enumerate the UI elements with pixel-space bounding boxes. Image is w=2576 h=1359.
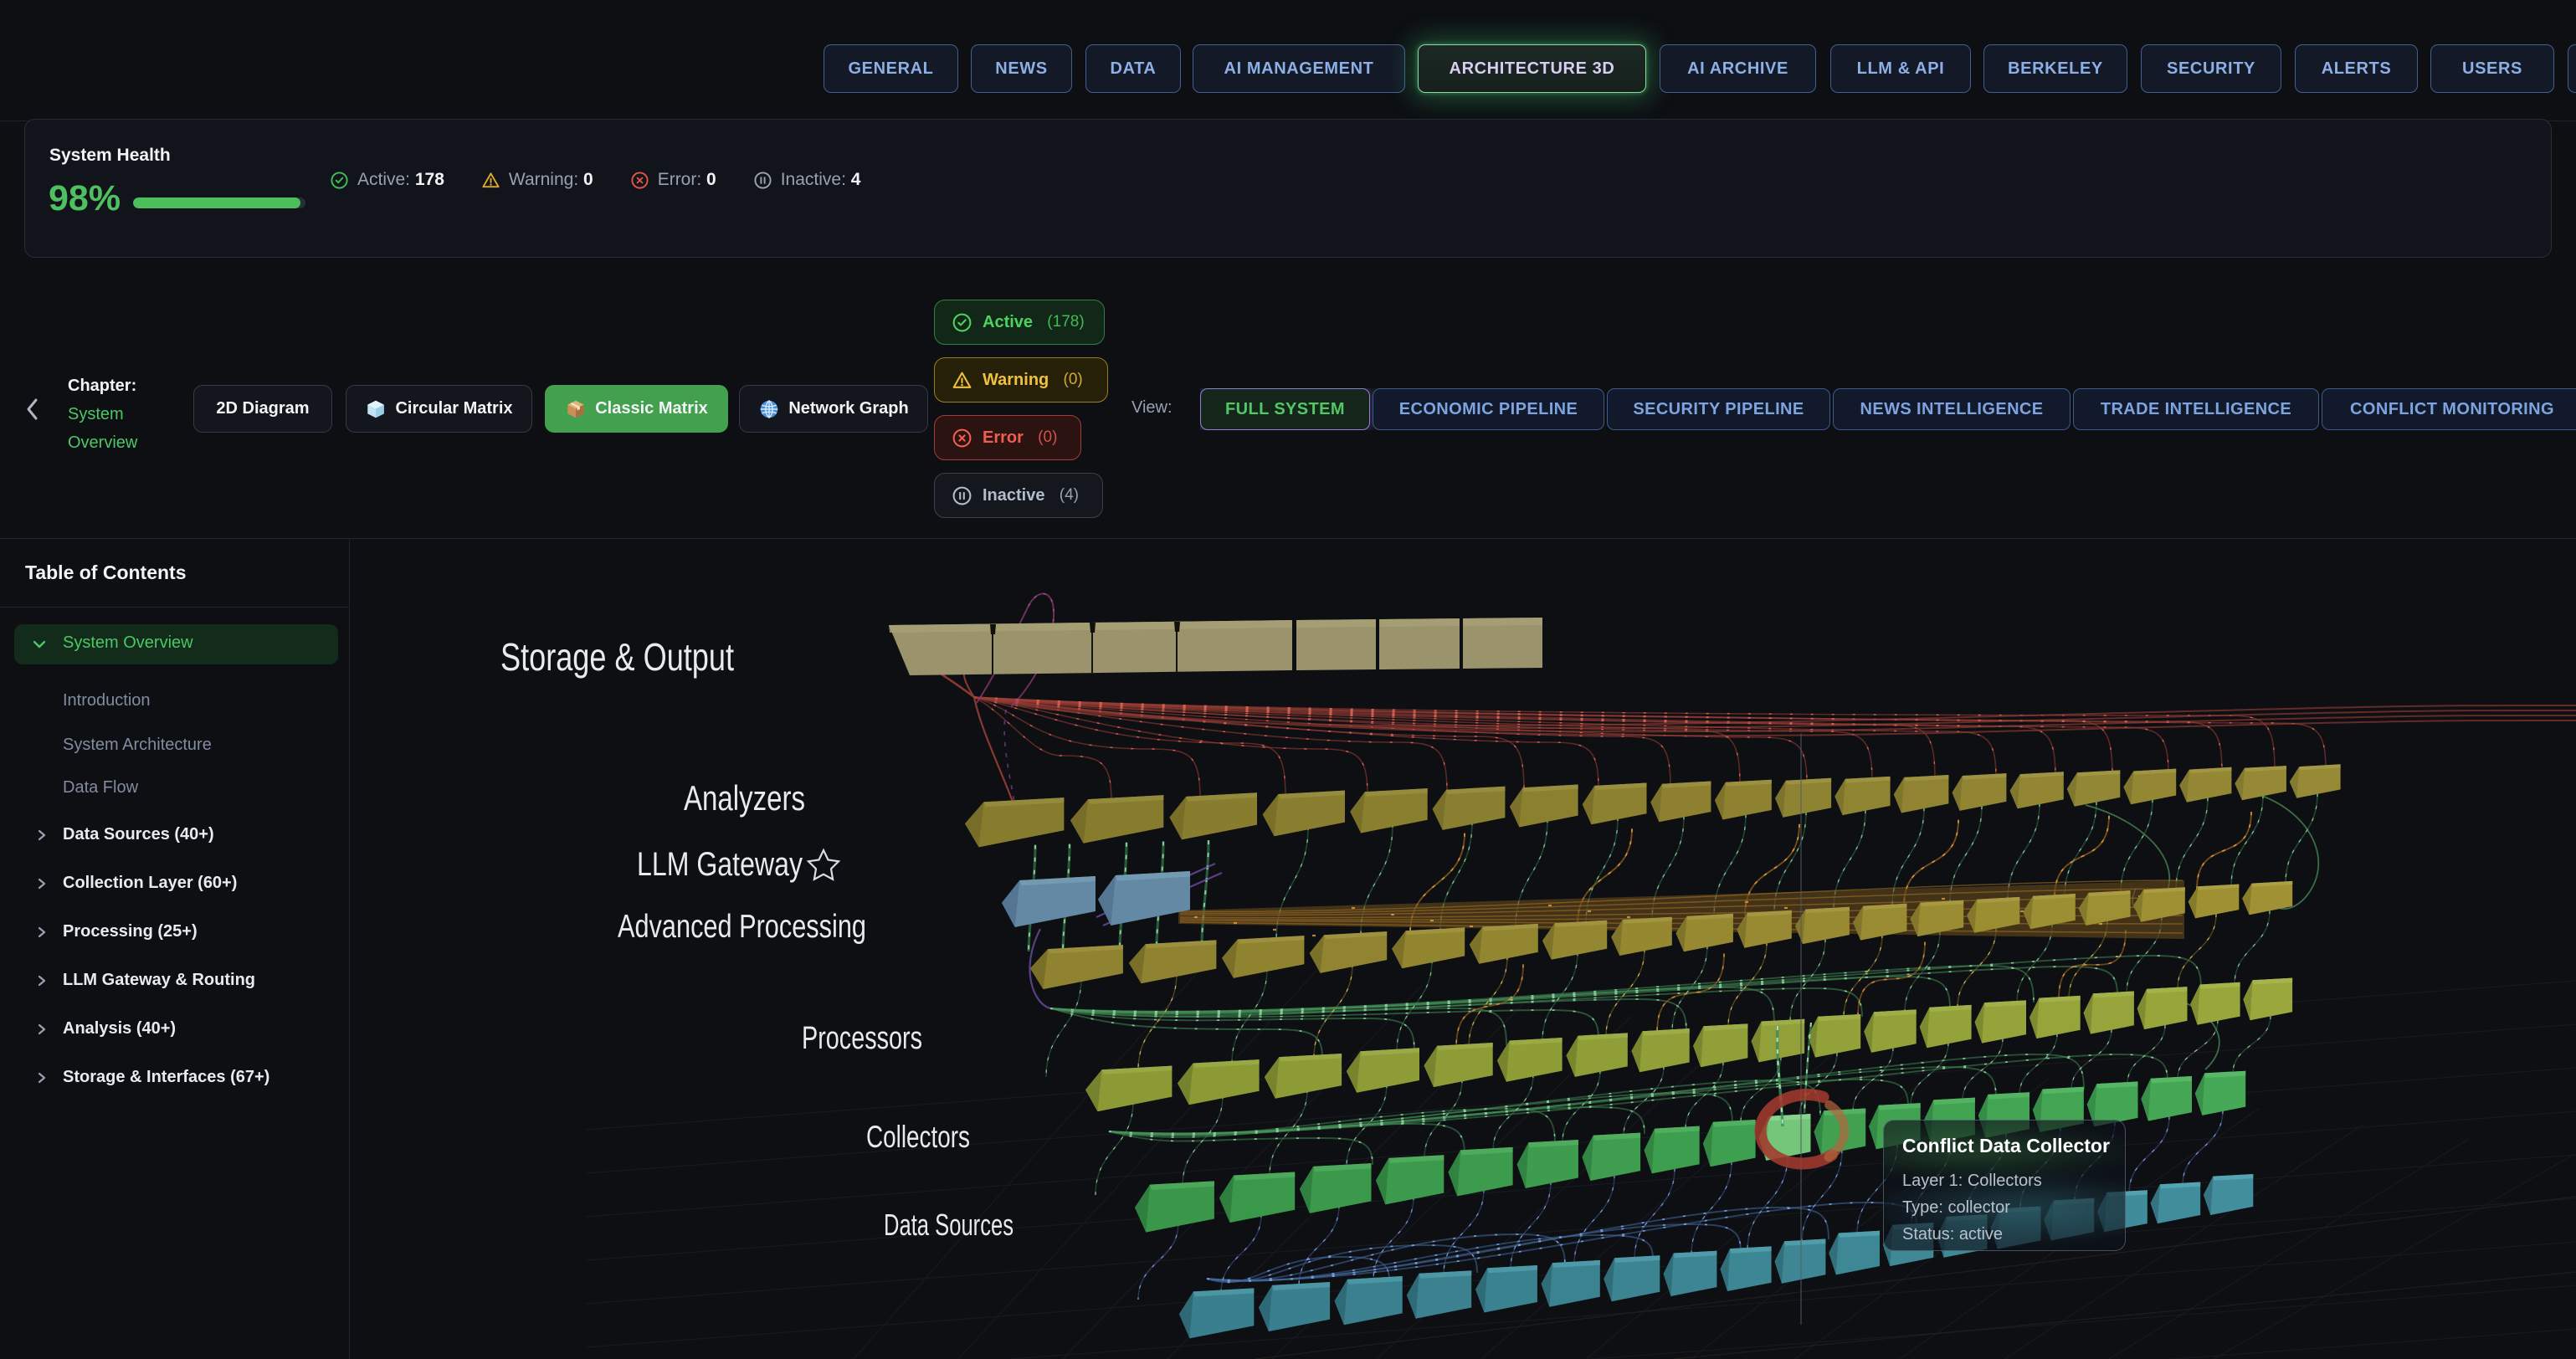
svg-text:Analyzers: Analyzers	[684, 778, 805, 818]
svg-text:Collectors: Collectors	[866, 1120, 970, 1154]
svg-text:Advanced Processing: Advanced Processing	[618, 909, 866, 945]
svg-text:LLM Gateway: LLM Gateway	[637, 846, 803, 883]
svg-text:Data Sources: Data Sources	[884, 1208, 1013, 1242]
svg-text:Processors: Processors	[802, 1021, 922, 1056]
svg-text:Storage & Output: Storage & Output	[500, 635, 734, 679]
